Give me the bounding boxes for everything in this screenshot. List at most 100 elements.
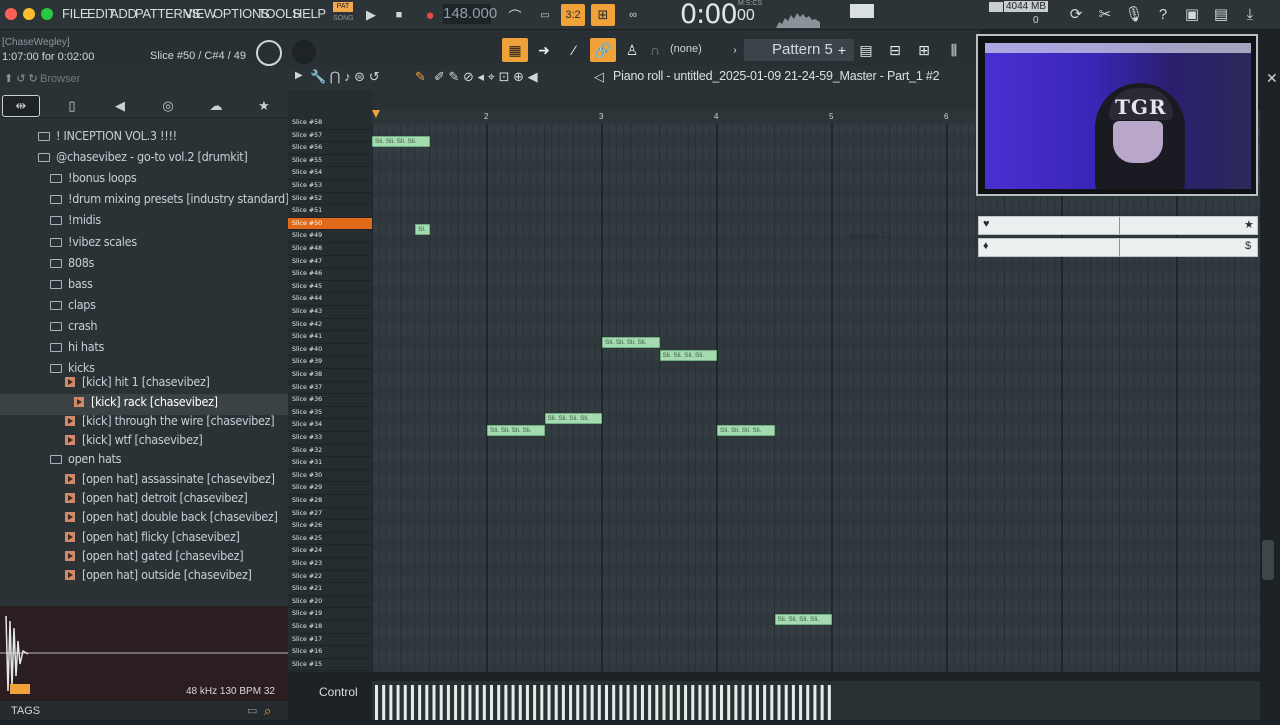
playhead-marker[interactable]	[372, 110, 380, 118]
refresh-icon[interactable]: ⟳	[1064, 3, 1088, 25]
piano-key[interactable]: Slice #15	[288, 659, 372, 672]
browser-folder[interactable]: bass	[0, 276, 288, 297]
note[interactable]: Sli. Sli. Sli. Sli.	[544, 412, 602, 424]
browser-folder[interactable]: open hats	[0, 451, 288, 472]
piano-key[interactable]: Slice #28	[288, 495, 372, 508]
piano-key[interactable]: Slice #20	[288, 596, 372, 609]
browser-sample[interactable]: [open hat] detroit [chasevibez]	[0, 490, 288, 511]
master-pitch-knob[interactable]	[256, 40, 282, 66]
arrow-right-icon[interactable]: ➜	[531, 38, 557, 62]
master-volume-icon[interactable]	[850, 4, 874, 18]
piano-key[interactable]: Slice #42	[288, 319, 372, 332]
tools-icon[interactable]: ✂	[1093, 3, 1117, 25]
menu-add[interactable]: ADD	[110, 6, 137, 21]
countdown-icon[interactable]: 3:2	[561, 4, 585, 26]
piano-roll-icon[interactable]: ▦	[502, 38, 528, 62]
piano-key[interactable]: Slice #26	[288, 520, 372, 533]
wait-record-icon[interactable]: ▭	[533, 4, 557, 26]
browser-folder[interactable]: @chasevibez - go-to vol.2 [drumkit]	[0, 149, 288, 170]
piano-key[interactable]: Slice #21	[288, 583, 372, 596]
piano-key[interactable]: Slice #44	[288, 293, 372, 306]
download-icon[interactable]: ⤓	[1238, 3, 1262, 25]
menu-view[interactable]: VIEW	[184, 6, 216, 21]
browser-sample[interactable]: [open hat] flicky [chasevibez]	[0, 529, 288, 550]
instrument-selector[interactable]: (none)	[670, 43, 702, 55]
tab-cloud-icon[interactable]: ☁	[192, 95, 240, 117]
piano-key[interactable]: Slice #19	[288, 608, 372, 621]
browser-folder[interactable]: crash	[0, 318, 288, 339]
piano-key[interactable]: Slice #16	[288, 646, 372, 659]
note[interactable]: Sli. Sli. Sli. Sli.	[717, 425, 775, 437]
folder-icon[interactable]: ▭	[247, 704, 257, 717]
piano-key[interactable]: Slice #52	[288, 193, 372, 206]
pat-toggle[interactable]: PAT	[333, 2, 353, 12]
edit-tools-icon[interactable]: ✐ ✎ ⊘ ◂ ⌖ ⊡ ⊕ ◀	[434, 69, 538, 85]
tab-all-icon[interactable]: ⇹	[2, 94, 40, 117]
piano-key[interactable]: Slice #25	[288, 533, 372, 546]
piano-key[interactable]: Slice #17	[288, 634, 372, 647]
close-icon[interactable]: ✕	[1266, 70, 1278, 87]
piano-key[interactable]: Slice #56	[288, 142, 372, 155]
browser-sample[interactable]: [open hat] double back [chasevibez]	[0, 509, 288, 530]
maximize-window-button[interactable]	[41, 8, 53, 20]
sample-preview[interactable]: 48 kHz 130 BPM 32	[0, 606, 288, 700]
piano-key[interactable]: Slice #18	[288, 621, 372, 634]
piano-key[interactable]: Slice #53	[288, 180, 372, 193]
vertical-scrollbar[interactable]	[1262, 540, 1274, 580]
help-icon[interactable]: ?	[1151, 3, 1175, 25]
piano-key[interactable]: Slice #22	[288, 571, 372, 584]
piano-key[interactable]: Slice #27	[288, 508, 372, 521]
add-pattern-icon[interactable]: +	[829, 38, 855, 62]
browser-folder[interactable]: !bonus loops	[0, 170, 288, 191]
browser-folder[interactable]: !vibez scales	[0, 234, 288, 255]
minimize-window-button[interactable]	[23, 8, 35, 20]
piano-key[interactable]: Slice #40	[288, 344, 372, 357]
browser-folder[interactable]: 808s	[0, 255, 288, 276]
piano-key[interactable]: Slice #36	[288, 394, 372, 407]
browser-sample[interactable]: [kick] through the wire [chasevibez]	[0, 413, 288, 434]
browser-nav-icons[interactable]: ⬆ ↺ ↻	[4, 72, 38, 85]
piano-key[interactable]: Slice #39	[288, 356, 372, 369]
piano-key[interactable]: Slice #30	[288, 470, 372, 483]
chevron-right-icon[interactable]: ▶	[295, 70, 303, 81]
piano-key[interactable]: Slice #58	[288, 117, 372, 130]
piano-key[interactable]: Slice #57	[288, 130, 372, 143]
microphone-icon[interactable]: 🎙	[1122, 3, 1146, 25]
piano-key[interactable]: Slice #54	[288, 167, 372, 180]
piano-key[interactable]: Slice #24	[288, 545, 372, 558]
piano-key[interactable]: Slice #47	[288, 256, 372, 269]
search-icon[interactable]: ⌕	[264, 703, 271, 719]
mixer-icon[interactable]: ⊞	[911, 38, 937, 62]
metronome-icon[interactable]: ⌒	[503, 4, 527, 26]
note[interactable]: Sli. Sli. Sli. Sli.	[487, 425, 545, 437]
note[interactable]: Sli. Sli. Sli. Sli.	[372, 135, 430, 147]
playlist-icon[interactable]: ▤	[853, 38, 879, 62]
piano-key[interactable]: Slice #29	[288, 482, 372, 495]
tempo-display[interactable]: 148.000	[443, 4, 497, 24]
loop-record-icon[interactable]: ∞	[622, 4, 644, 26]
plugin-picker-icon[interactable]: ⫼	[941, 38, 967, 62]
pencil-icon[interactable]: ⁄	[561, 38, 587, 62]
piano-key[interactable]: Slice #46	[288, 268, 372, 281]
channel-rack-icon[interactable]: ⊟	[882, 38, 908, 62]
stamp-icon[interactable]: ♙	[619, 38, 645, 62]
piano-key[interactable]: Slice #32	[288, 445, 372, 458]
piano-key[interactable]: Slice #37	[288, 382, 372, 395]
piano-key[interactable]: Slice #48	[288, 243, 372, 256]
song-toggle[interactable]: SONG	[333, 15, 354, 25]
browser-sample[interactable]: [open hat] assassinate [chasevibez]	[0, 471, 288, 492]
piano-key[interactable]: Slice #34	[288, 419, 372, 432]
link-icon[interactable]: 🔗	[590, 38, 616, 62]
control-lane[interactable]	[372, 681, 1260, 720]
menu-file[interactable]: FILE	[62, 6, 89, 21]
piano-roll-overview[interactable]	[372, 90, 976, 110]
note[interactable]: Sli. Sli. Sli. Sli.	[602, 337, 660, 349]
piano-key[interactable]: Slice #43	[288, 306, 372, 319]
record-icon[interactable]: ●	[420, 4, 440, 26]
chevron-right-icon[interactable]: ›	[728, 38, 742, 62]
piano-key[interactable]: Slice #35	[288, 407, 372, 420]
note[interactable]: Sli. Sli. Sli. Sli.	[659, 349, 717, 361]
browser-folder[interactable]: ! INCEPTION VOL.3 !!!!	[0, 128, 288, 149]
control-label[interactable]: Control	[288, 679, 372, 705]
browser-folder[interactable]: !drum mixing presets [industry standard]	[0, 191, 288, 212]
